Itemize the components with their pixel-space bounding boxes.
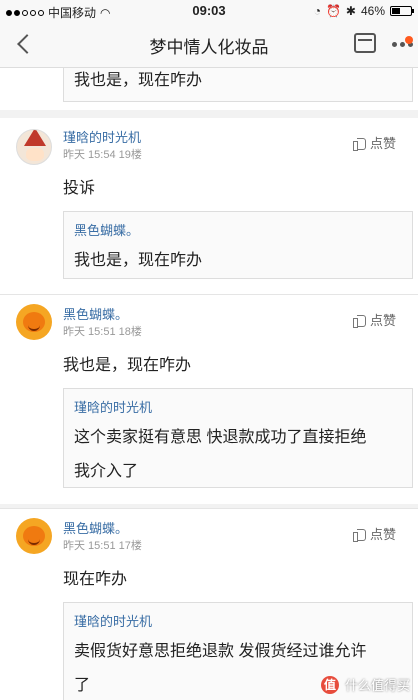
quoted-text-line1: 卖假货好意思拒绝退款 发假货经过谁允许 xyxy=(74,643,367,660)
comment-meta: 昨天 15:51 18楼 xyxy=(63,326,142,338)
list-item: 黑色蝴蝶。 昨天 15:51 18楼 点赞 我也是，现在咋办 瑾晗的时光机 这个… xyxy=(0,294,418,504)
bluetooth-icon: ✱ xyxy=(345,4,356,18)
status-bar: 中国移动 ◠ 09:03 ◔ ⏰ ✱ 46% xyxy=(0,0,418,22)
notification-dot xyxy=(405,36,413,44)
quoted-username[interactable]: 瑾晗的时光机 xyxy=(74,611,152,630)
comment-body: 我也是，现在咋办 xyxy=(63,357,192,374)
like-label: 点赞 xyxy=(370,527,397,542)
quoted-text: 我也是，现在咋办 xyxy=(74,252,203,269)
thumbs-up-icon xyxy=(353,313,367,328)
quoted-username[interactable]: 黑色蝴蝶。 xyxy=(74,220,139,239)
like-label: 点赞 xyxy=(370,136,397,151)
witch-avatar-icon[interactable] xyxy=(16,129,52,165)
comment-username[interactable]: 黑色蝴蝶。 xyxy=(63,518,128,537)
store-icon[interactable] xyxy=(354,33,376,53)
quoted-reply: 瑾晗的时光机 这个卖家挺有意思 快退款成功了直接拒绝 我介入了 xyxy=(63,388,413,488)
lock-rotation-icon: ◔ xyxy=(313,4,321,18)
alarm-icon: ⏰ xyxy=(325,4,341,18)
battery-icon xyxy=(390,6,414,16)
list-item: 我也是，现在咋办 xyxy=(0,68,418,110)
like-button[interactable]: 点赞 xyxy=(353,310,396,329)
quoted-text-line2: 了 xyxy=(74,677,91,694)
list-item: 黑色蝴蝶。 昨天 15:51 17楼 点赞 现在咋办 瑾晗的时光机 卖假货好意思… xyxy=(0,508,418,700)
like-label: 点赞 xyxy=(370,313,397,328)
quoted-text: 我也是，现在咋办 xyxy=(74,72,203,89)
comment-username[interactable]: 瑾晗的时光机 xyxy=(63,127,141,146)
watermark-text: 什么值得买 xyxy=(344,678,410,693)
quoted-text-line2: 我介入了 xyxy=(74,463,139,480)
comment-body: 投诉 xyxy=(63,180,96,197)
quoted-reply: 我也是，现在咋办 xyxy=(63,68,413,102)
quoted-text-line1: 这个卖家挺有意思 快退款成功了直接拒绝 xyxy=(74,429,367,446)
watermark: 值 什么值得买 xyxy=(320,675,410,694)
comment-body: 现在咋办 xyxy=(63,571,128,588)
orange-avatar-icon[interactable] xyxy=(16,304,52,340)
smzdm-logo-icon: 值 xyxy=(320,675,339,694)
thumbs-up-icon xyxy=(353,136,367,151)
comment-username[interactable]: 黑色蝴蝶。 xyxy=(63,304,128,323)
battery-label: 46% xyxy=(360,4,385,18)
quoted-reply: 黑色蝴蝶。 我也是，现在咋办 xyxy=(63,211,413,279)
thumbs-up-icon xyxy=(353,527,367,542)
like-button[interactable]: 点赞 xyxy=(353,133,396,152)
comment-meta: 昨天 15:51 17楼 xyxy=(63,540,142,552)
status-right: ◔ ⏰ ✱ 46% xyxy=(313,4,414,18)
list-item: 瑾晗的时光机 昨天 15:54 19楼 点赞 投诉 黑色蝴蝶。 我也是，现在咋办 xyxy=(0,118,418,294)
quoted-username[interactable]: 瑾晗的时光机 xyxy=(74,397,152,416)
comment-meta: 昨天 15:54 19楼 xyxy=(63,149,142,161)
orange-avatar-icon[interactable] xyxy=(16,518,52,554)
comment-list[interactable]: 我也是，现在咋办 瑾晗的时光机 昨天 15:54 19楼 点赞 投诉 黑色蝴蝶。… xyxy=(0,68,418,700)
nav-bar: 梦中情人化妆品 xyxy=(0,22,418,68)
like-button[interactable]: 点赞 xyxy=(353,524,396,543)
